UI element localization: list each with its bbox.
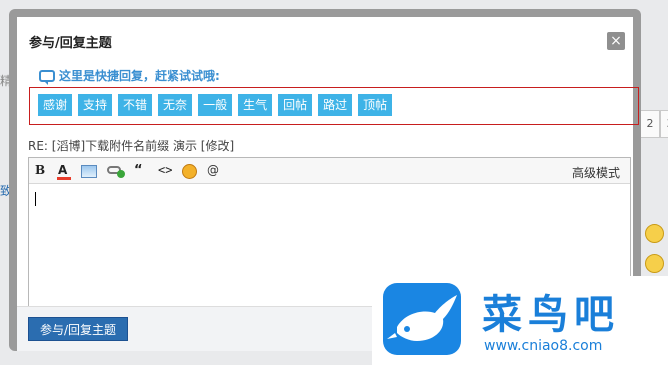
smiley-icon[interactable] [182,164,197,179]
text-caret [35,192,36,206]
quote-button[interactable]: “ [134,163,143,178]
dialog-title: 参与/回复主题 [29,36,112,51]
link-add-icon [117,170,125,178]
background-face-icon [645,224,664,243]
bird-logo-icon [383,283,461,355]
background-pager-button[interactable]: 3 [660,110,668,138]
background-pager-button[interactable]: 2 [640,110,660,138]
quick-reply-button[interactable]: 路过 [318,94,353,116]
quick-reply-box: 感谢 支持 不错 无奈 一般 生气 回帖 路过 顶帖 [29,87,639,125]
chat-bubble-icon [39,69,55,85]
quick-reply-button[interactable]: 支持 [78,94,113,116]
submit-reply-button[interactable]: 参与/回复主题 [28,317,128,341]
quick-reply-button[interactable]: 回帖 [278,94,313,116]
code-button[interactable]: <> [158,163,172,177]
quick-reply-label: 这里是快捷回复，赶紧试试哦: [39,67,220,85]
font-color-swatch [57,177,71,180]
close-icon: × [610,33,622,49]
image-icon[interactable] [81,165,97,178]
quick-reply-button[interactable]: 生气 [238,94,273,116]
quick-reply-button[interactable]: 无奈 [158,94,193,116]
site-watermark: 菜鸟吧 www.cniao8.com [372,276,668,365]
quick-reply-button[interactable]: 感谢 [38,94,73,116]
watermark-title: 菜鸟吧 [482,291,620,338]
advanced-mode-link[interactable]: 高级模式 [572,164,620,181]
watermark-url: www.cniao8.com [484,338,603,354]
background-face-icon [645,254,664,273]
mention-button[interactable]: @ [207,163,219,177]
bold-button[interactable]: B [35,163,45,177]
editor-toolbar: B A “ <> @ 高级模式 [29,158,630,184]
quick-reply-text: 这里是快捷回复，赶紧试试哦: [59,69,220,83]
quick-reply-button[interactable]: 顶帖 [358,94,393,116]
quick-reply-button[interactable]: 一般 [198,94,233,116]
font-color-button[interactable]: A [58,163,67,177]
close-button[interactable]: × [607,32,625,50]
quick-reply-button[interactable]: 不错 [118,94,153,116]
reply-subject: RE: [滔博]下载附件名前缀 演示 [修改] [28,139,235,153]
